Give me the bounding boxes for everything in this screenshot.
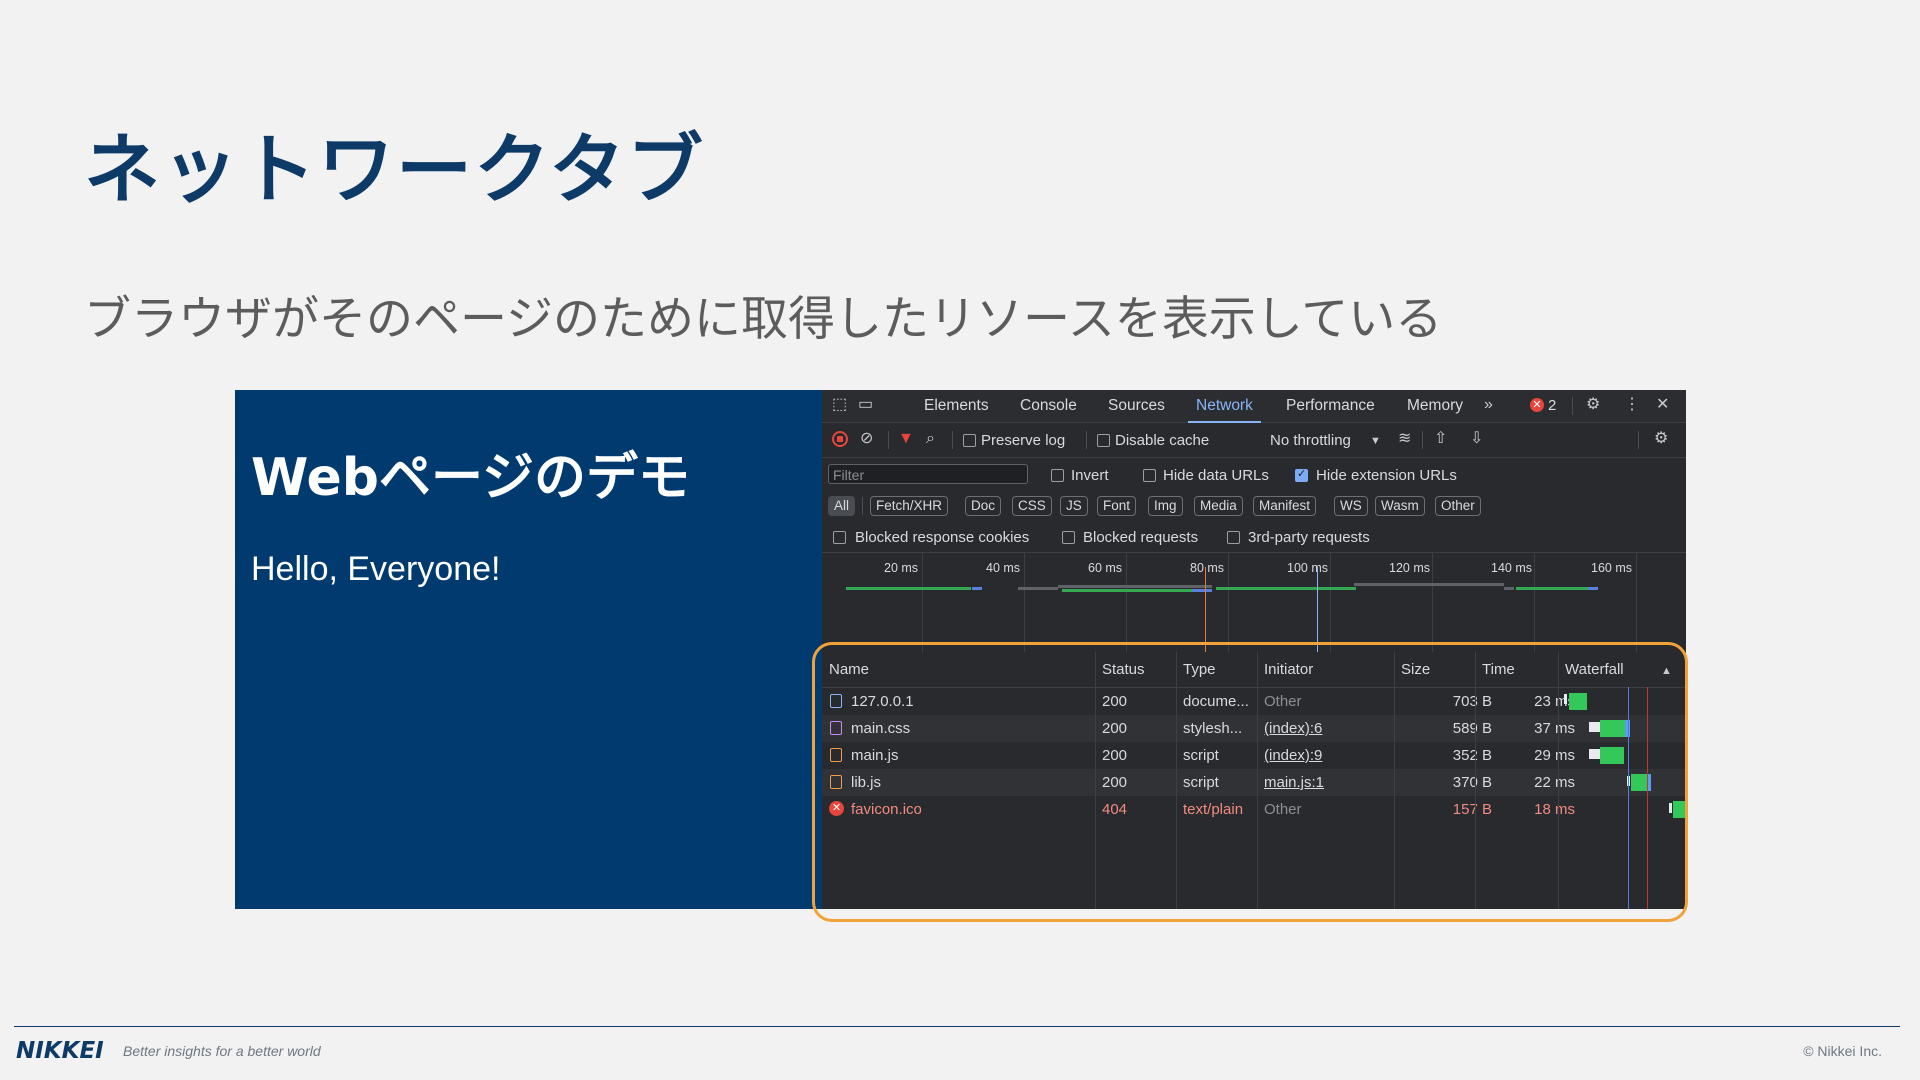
tick-label: 140 ms — [1491, 561, 1532, 575]
devtools-tab-bar: ⬚ ▭ Elements Console Sources Network Per… — [822, 390, 1686, 423]
chip-fetch-xhr[interactable]: Fetch/XHR — [870, 496, 949, 516]
footer-copyright: © Nikkei Inc. — [1803, 1043, 1882, 1059]
clear-icon[interactable]: ⊘ — [860, 431, 873, 447]
chip-font[interactable]: Font — [1097, 496, 1137, 516]
tick-label: 40 ms — [986, 561, 1021, 575]
chip-manifest[interactable]: Manifest — [1253, 496, 1317, 516]
hide-extension-urls-checkbox[interactable] — [1295, 467, 1308, 482]
export-har-icon[interactable]: ⇩ — [1470, 431, 1483, 447]
chip-doc[interactable]: Doc — [965, 496, 1002, 516]
tick-label: 80 ms — [1190, 561, 1225, 575]
divider — [1572, 397, 1573, 415]
footer-tagline: Better insights for a better world — [123, 1043, 321, 1059]
search-icon[interactable]: ⌕ — [926, 431, 935, 447]
network-settings-gear-icon[interactable]: ⚙ — [1654, 431, 1668, 447]
kebab-menu-icon[interactable]: ⋮ — [1624, 397, 1640, 413]
record-stop-icon[interactable] — [832, 431, 848, 447]
divider — [862, 497, 863, 515]
blocked-cookies-label: Blocked response cookies — [855, 529, 1030, 546]
disable-cache-checkbox[interactable] — [1097, 434, 1110, 447]
chip-img[interactable]: Img — [1148, 496, 1183, 516]
network-toolbar: ⊘ ▼ ⌕ Preserve log Disable cache No thro… — [822, 423, 1686, 458]
close-icon[interactable]: ✕ — [1656, 397, 1669, 413]
demo-page: Webページのデモ Hello, Everyone! — [235, 390, 822, 909]
overview-bar — [1504, 587, 1514, 590]
blocked-requests-checkbox[interactable] — [1062, 531, 1075, 544]
footer-divider — [14, 1026, 1900, 1027]
divider — [1638, 431, 1639, 449]
tick-label: 120 ms — [1389, 561, 1430, 575]
overview-bar — [1058, 585, 1212, 588]
divider — [888, 431, 889, 449]
chevron-down-icon[interactable]: ▼ — [1370, 433, 1381, 449]
more-tabs-icon[interactable]: » — [1484, 397, 1493, 413]
overview-bar — [1192, 589, 1212, 592]
overview-bar — [972, 587, 982, 590]
demo-text: Hello, Everyone! — [251, 550, 501, 588]
filter-bar: Filter Invert Hide data URLs Hide extens… — [822, 458, 1686, 490]
chip-media[interactable]: Media — [1194, 496, 1243, 516]
error-icon[interactable]: ✕ — [1530, 398, 1544, 412]
highlight-frame — [812, 642, 1688, 922]
blocked-requests-label: Blocked requests — [1083, 529, 1199, 546]
third-party-label: 3rd-party requests — [1248, 529, 1370, 546]
nikkei-logo: NIKKEI — [16, 1038, 104, 1064]
chip-css[interactable]: CSS — [1012, 496, 1052, 516]
import-har-icon[interactable]: ⇧ — [1434, 431, 1447, 447]
tab-memory[interactable]: Memory — [1407, 397, 1463, 415]
request-options-row: Blocked response cookies Blocked request… — [822, 522, 1686, 553]
overview-bar — [1216, 587, 1356, 590]
overview-bar — [1062, 589, 1192, 592]
chip-other[interactable]: Other — [1435, 496, 1481, 516]
tick-label: 160 ms — [1591, 561, 1632, 575]
overview-bar — [1588, 587, 1598, 590]
chip-js[interactable]: JS — [1060, 496, 1088, 516]
divider — [1086, 431, 1087, 449]
inspect-element-icon[interactable]: ⬚ — [832, 397, 847, 413]
chip-ws[interactable]: WS — [1334, 496, 1368, 516]
overview-bar — [1354, 583, 1504, 586]
tab-performance[interactable]: Performance — [1286, 397, 1375, 415]
invert-label: Invert — [1071, 467, 1109, 484]
slide-title: ネットワークタブ — [84, 125, 705, 214]
tick-label: 60 ms — [1088, 561, 1123, 575]
throttling-select[interactable]: No throttling — [1270, 432, 1351, 449]
hide-extension-urls-label: Hide extension URLs — [1316, 467, 1457, 484]
chip-wasm[interactable]: Wasm — [1375, 496, 1425, 516]
error-count[interactable]: 2 — [1548, 397, 1556, 414]
overview-bar — [846, 587, 971, 590]
tab-elements[interactable]: Elements — [924, 397, 989, 415]
resource-type-filters: All Fetch/XHR Doc CSS JS Font Img Media … — [822, 490, 1686, 522]
blocked-cookies-checkbox[interactable] — [833, 531, 846, 544]
overview-bar — [1516, 587, 1588, 590]
tab-network[interactable]: Network — [1188, 397, 1261, 423]
tick-label: 100 ms — [1287, 561, 1328, 575]
tab-sources[interactable]: Sources — [1108, 397, 1165, 415]
third-party-checkbox[interactable] — [1227, 531, 1240, 544]
divider — [952, 431, 953, 449]
network-conditions-icon[interactable]: ≋ — [1398, 431, 1411, 447]
disable-cache-label: Disable cache — [1115, 432, 1210, 449]
divider — [1422, 431, 1423, 449]
invert-checkbox[interactable] — [1051, 469, 1064, 482]
preserve-log-label: Preserve log — [981, 432, 1066, 449]
hide-data-urls-checkbox[interactable] — [1143, 469, 1156, 482]
filter-funnel-icon[interactable]: ▼ — [898, 431, 914, 447]
tick-label: 20 ms — [884, 561, 919, 575]
demo-heading: Webページのデモ — [251, 448, 690, 508]
chip-all[interactable]: All — [828, 496, 856, 516]
settings-gear-icon[interactable]: ⚙ — [1586, 397, 1600, 413]
slide-subtitle: ブラウザがそのページのために取得したリソースを表示している — [84, 292, 1443, 347]
hide-data-urls-label: Hide data URLs — [1163, 467, 1269, 484]
tab-console[interactable]: Console — [1020, 397, 1077, 415]
overview-bar — [1018, 587, 1058, 590]
device-toolbar-icon[interactable]: ▭ — [858, 397, 873, 413]
preserve-log-checkbox[interactable] — [963, 434, 976, 447]
filter-input[interactable]: Filter — [828, 464, 1028, 484]
